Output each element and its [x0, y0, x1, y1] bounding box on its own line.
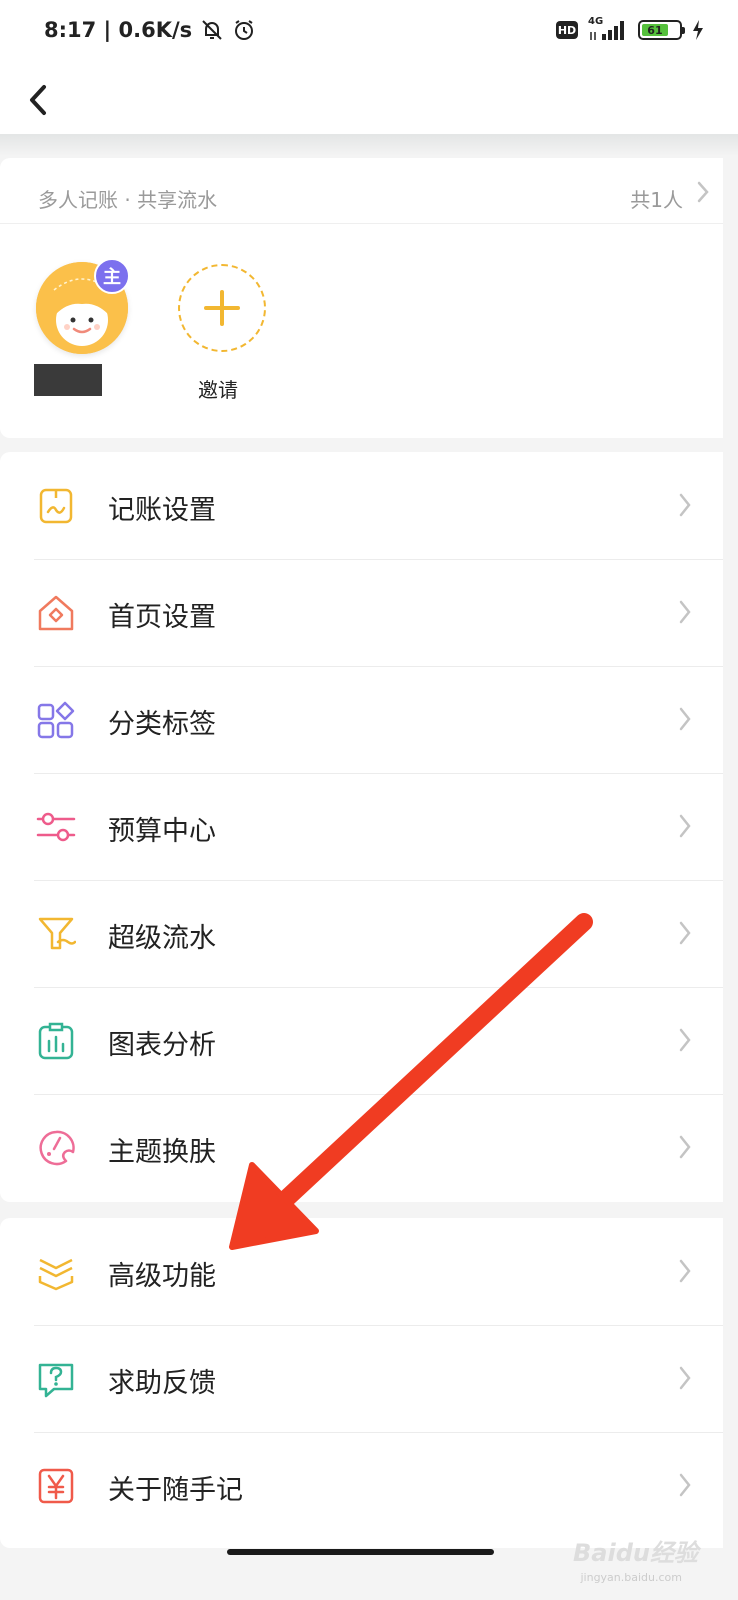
chevron-right-icon [679, 707, 691, 731]
redacted-username [34, 364, 102, 396]
chevron-right-icon [679, 1259, 691, 1283]
menu-label: 主题换肤 [108, 1137, 216, 1168]
budget-sliders-icon [36, 812, 76, 842]
chevron-right-icon [679, 1366, 691, 1390]
home-indicator[interactable] [227, 1549, 494, 1555]
header-shadow [0, 134, 738, 156]
menu-label: 超级流水 [108, 923, 216, 954]
super-flow-icon [38, 917, 76, 950]
chevron-right-icon [679, 921, 691, 945]
menu-label: 求助反馈 [108, 1368, 216, 1399]
status-right: HD 4G 61 [556, 16, 704, 42]
menu-item-chart-analysis[interactable]: 图表分析 [0, 987, 723, 1094]
menu-item-advanced-features[interactable]: 高级功能 [0, 1218, 723, 1325]
help-feedback-icon [38, 1363, 74, 1398]
plus-icon [204, 290, 240, 326]
back-button[interactable] [18, 76, 58, 124]
menu-label: 预算中心 [108, 816, 216, 847]
advanced-features-icon [38, 1258, 74, 1291]
shared-members-title: 多人记账 · 共享流水 [38, 188, 218, 212]
member-count: 共1人 [630, 188, 683, 212]
hd-badge: HD [556, 21, 578, 39]
menu-label: 记账设置 [108, 495, 216, 526]
charging-bolt-icon [693, 20, 703, 40]
chevron-right-icon [679, 493, 691, 517]
about-yen-icon [38, 1468, 74, 1504]
chart-analysis-icon [38, 1022, 74, 1060]
menu-item-home-settings[interactable]: 首页设置 [0, 559, 723, 666]
home-settings-icon [38, 595, 74, 631]
chevron-right-icon [697, 181, 709, 203]
baidu-watermark-url: jingyan.baidu.com [580, 1571, 682, 1584]
alarm-icon [235, 20, 254, 40]
more-menu-group: 高级功能 求助反馈 关于随手记 [0, 1218, 723, 1548]
shared-members-card: 多人记账 · 共享流水 共1人 主 邀请 [0, 158, 723, 438]
back-arrow-icon [30, 85, 46, 115]
settings-menu-group: 记账设置 首页设置 分类标签 预算中心 超级流水 图表分析 主题换肤 [0, 452, 723, 1202]
signal-bars-icon [590, 21, 624, 40]
invite-button[interactable] [178, 264, 266, 352]
chevron-right-icon [679, 814, 691, 838]
chevron-right-icon [679, 600, 691, 624]
chevron-right-icon [679, 1135, 691, 1159]
menu-item-super-flow[interactable]: 超级流水 [0, 880, 723, 987]
nav-bar [0, 66, 738, 134]
chevron-right-icon [679, 1028, 691, 1052]
status-left: 8:17 | 0.6K/s [44, 18, 256, 42]
menu-item-theme-skin[interactable]: 主题换肤 [0, 1094, 723, 1201]
menu-label: 分类标签 [108, 709, 216, 740]
battery-level: 61 [642, 24, 668, 37]
category-tags-icon [37, 701, 75, 739]
invite-label: 邀请 [198, 378, 238, 402]
signal-strength: 4G [588, 16, 628, 42]
menu-item-about[interactable]: 关于随手记 [0, 1432, 723, 1539]
chevron-right-icon [679, 1473, 691, 1497]
menu-item-category-tags[interactable]: 分类标签 [0, 666, 723, 773]
status-bar: 8:17 | 0.6K/s HD 4G 61 [0, 0, 738, 66]
baidu-watermark: Baidu经验 [573, 1539, 698, 1567]
menu-item-help-feedback[interactable]: 求助反馈 [0, 1325, 723, 1432]
menu-label: 图表分析 [108, 1030, 216, 1061]
theme-palette-icon [39, 1130, 75, 1166]
bookkeeping-settings-icon [39, 488, 73, 524]
battery-indicator: 61 [638, 20, 685, 40]
menu-label: 关于随手记 [108, 1475, 243, 1506]
menu-item-bookkeeping-settings[interactable]: 记账设置 [0, 452, 723, 559]
menu-item-budget-center[interactable]: 预算中心 [0, 773, 723, 880]
owner-badge: 主 [94, 258, 130, 294]
menu-label: 高级功能 [108, 1261, 216, 1292]
menu-label: 首页设置 [108, 602, 216, 633]
mute-bell-icon [202, 20, 222, 40]
shared-members-header[interactable]: 多人记账 · 共享流水 共1人 [0, 158, 723, 224]
status-time-speed: 8:17 | 0.6K/s [44, 18, 193, 42]
